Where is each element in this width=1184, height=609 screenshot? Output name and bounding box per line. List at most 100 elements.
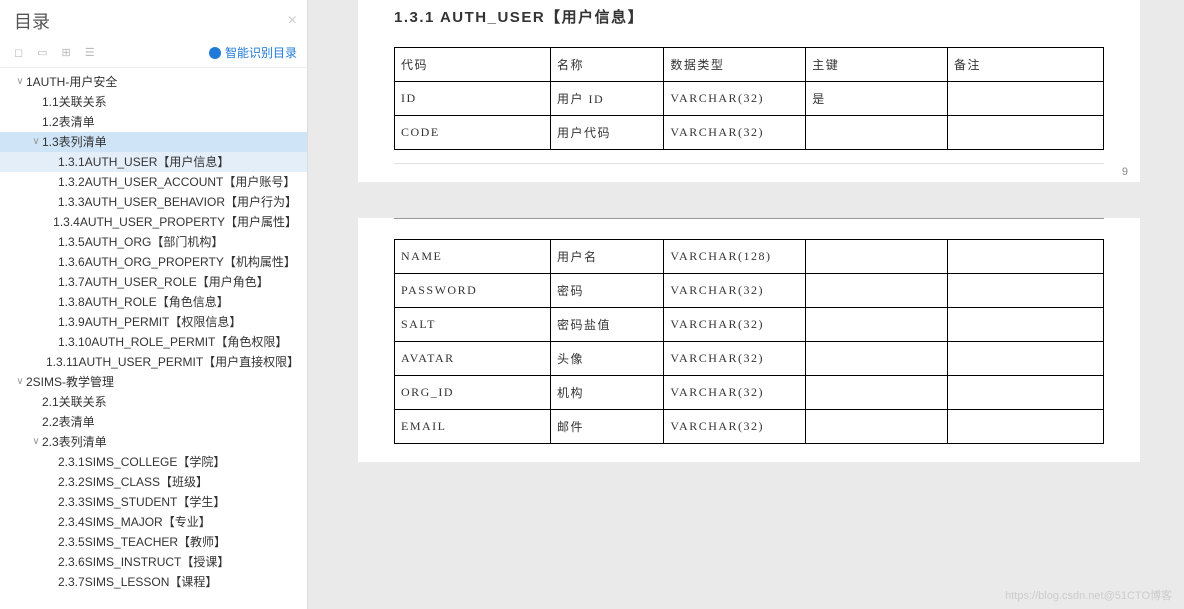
- tree-item-label: 2.2表清单: [42, 414, 105, 430]
- chevron-down-icon[interactable]: ∨: [14, 74, 26, 90]
- close-icon[interactable]: ×: [288, 12, 297, 30]
- tree-item[interactable]: 1.3.4AUTH_USER_PROPERTY【用户属性】: [0, 212, 307, 232]
- table-cell: 用户名: [550, 240, 663, 274]
- table-cell: VARCHAR(32): [664, 308, 806, 342]
- tree-item-label: 2SIMS-教学管理: [26, 374, 124, 390]
- table-cell: VARCHAR(128): [664, 240, 806, 274]
- table-row: ID用户 IDVARCHAR(32)是: [395, 82, 1104, 116]
- toolbar-icon-2[interactable]: ▭: [37, 46, 47, 59]
- table-cell: [806, 376, 948, 410]
- table-cell: ID: [395, 82, 551, 116]
- tree-item-label: 2.3.4SIMS_MAJOR【专业】: [58, 514, 221, 530]
- table-cell: [948, 342, 1104, 376]
- table-cell: [948, 116, 1104, 150]
- toolbar-icon-4[interactable]: ☰: [85, 46, 95, 59]
- tree-item-label: 1.1关联关系: [42, 94, 117, 110]
- tree-item[interactable]: 2.3.4SIMS_MAJOR【专业】: [0, 512, 307, 532]
- tree-item-label: 2.3表列清单: [42, 434, 117, 450]
- tree-item[interactable]: 2.2表清单: [0, 412, 307, 432]
- table-cell: 头像: [550, 342, 663, 376]
- tree-item[interactable]: 1.3.11AUTH_USER_PERMIT【用户直接权限】: [0, 352, 307, 372]
- tree-item-label: 1.3.1AUTH_USER【用户信息】: [58, 154, 239, 170]
- tree-item-label: 1.3.7AUTH_USER_ROLE【用户角色】: [58, 274, 279, 290]
- tree-item-label: 1.3.6AUTH_ORG_PROPERTY【机构属性】: [58, 254, 306, 270]
- tree-item[interactable]: ∨2SIMS-教学管理: [0, 372, 307, 392]
- table-cell: [806, 410, 948, 444]
- tree-item[interactable]: 1.3.6AUTH_ORG_PROPERTY【机构属性】: [0, 252, 307, 272]
- tree-item[interactable]: 1.1关联关系: [0, 92, 307, 112]
- tree-item[interactable]: 1.3.8AUTH_ROLE【角色信息】: [0, 292, 307, 312]
- table-cell: 密码: [550, 274, 663, 308]
- table-cell: VARCHAR(32): [664, 342, 806, 376]
- table-row: EMAIL邮件VARCHAR(32): [395, 410, 1104, 444]
- table-cell: [806, 342, 948, 376]
- sidebar-header: 目录 ×: [0, 0, 307, 42]
- tree-item-label: 1.3.2AUTH_USER_ACCOUNT【用户账号】: [58, 174, 305, 190]
- tree-item[interactable]: 1.3.3AUTH_USER_BEHAVIOR【用户行为】: [0, 192, 307, 212]
- page-number: 9: [1122, 166, 1128, 178]
- table-header-cell: 名称: [550, 48, 663, 82]
- tree-item[interactable]: 1.2表清单: [0, 112, 307, 132]
- table-page-10: NAME用户名VARCHAR(128)PASSWORD密码VARCHAR(32)…: [394, 239, 1104, 444]
- table-row: ORG_ID机构VARCHAR(32): [395, 376, 1104, 410]
- table-cell: [806, 308, 948, 342]
- table-page-9: 代码名称数据类型主键备注ID用户 IDVARCHAR(32)是CODE用户代码V…: [394, 47, 1104, 150]
- tree-item-label: 2.1关联关系: [42, 394, 117, 410]
- tree-item-label: 1.3.4AUTH_USER_PROPERTY【用户属性】: [53, 214, 307, 230]
- tree-item-label: 2.3.2SIMS_CLASS【班级】: [58, 474, 218, 490]
- table-cell: VARCHAR(32): [664, 410, 806, 444]
- tree-item[interactable]: 1.3.1AUTH_USER【用户信息】: [0, 152, 307, 172]
- tree-item[interactable]: 2.3.1SIMS_COLLEGE【学院】: [0, 452, 307, 472]
- tree-item[interactable]: 1.3.9AUTH_PERMIT【权限信息】: [0, 312, 307, 332]
- tree-item[interactable]: ∨2.3表列清单: [0, 432, 307, 452]
- tree-item[interactable]: 2.3.2SIMS_CLASS【班级】: [0, 472, 307, 492]
- tree-item[interactable]: 1.3.10AUTH_ROLE_PERMIT【角色权限】: [0, 332, 307, 352]
- table-cell: 机构: [550, 376, 663, 410]
- table-cell: [948, 240, 1104, 274]
- tree-item-label: 2.3.7SIMS_LESSON【课程】: [58, 574, 227, 590]
- table-header-cell: 主键: [806, 48, 948, 82]
- tree-item[interactable]: 2.3.7SIMS_LESSON【课程】: [0, 572, 307, 592]
- page-10: NAME用户名VARCHAR(128)PASSWORD密码VARCHAR(32)…: [358, 218, 1140, 462]
- outline-tree[interactable]: ∨1AUTH-用户安全1.1关联关系1.2表清单∨1.3表列清单1.3.1AUT…: [0, 68, 307, 609]
- tree-item[interactable]: 2.3.6SIMS_INSTRUCT【授课】: [0, 552, 307, 572]
- tree-item[interactable]: 2.1关联关系: [0, 392, 307, 412]
- table-cell: [948, 308, 1104, 342]
- table-header-cell: 数据类型: [664, 48, 806, 82]
- table-cell: [806, 116, 948, 150]
- toolbar-icon-1[interactable]: ◻: [14, 46, 23, 59]
- tree-item[interactable]: 1.3.5AUTH_ORG【部门机构】: [0, 232, 307, 252]
- tree-item[interactable]: ∨1AUTH-用户安全: [0, 72, 307, 92]
- tree-item-label: 1AUTH-用户安全: [26, 74, 127, 90]
- tree-item-label: 1.3.11AUTH_USER_PERMIT【用户直接权限】: [46, 354, 307, 370]
- smart-recognize-link[interactable]: 智能识别目录: [209, 44, 297, 61]
- chevron-down-icon[interactable]: ∨: [14, 374, 26, 390]
- tree-item-label: 2.3.3SIMS_STUDENT【学生】: [58, 494, 235, 510]
- tree-item[interactable]: 1.3.7AUTH_USER_ROLE【用户角色】: [0, 272, 307, 292]
- tree-item-label: 2.3.1SIMS_COLLEGE【学院】: [58, 454, 235, 470]
- tree-item[interactable]: 2.3.5SIMS_TEACHER【教师】: [0, 532, 307, 552]
- sidebar-title: 目录: [14, 8, 50, 34]
- section-heading: 1.3.1 AUTH_USER【用户信息】: [394, 6, 1104, 27]
- tree-item-label: 1.2表清单: [42, 114, 105, 130]
- document-viewport[interactable]: 1.3.1 AUTH_USER【用户信息】 代码名称数据类型主键备注ID用户 I…: [308, 0, 1184, 609]
- chevron-down-icon[interactable]: ∨: [30, 134, 42, 150]
- table-cell: CODE: [395, 116, 551, 150]
- table-cell: SALT: [395, 308, 551, 342]
- table-header-row: 代码名称数据类型主键备注: [395, 48, 1104, 82]
- table-cell: VARCHAR(32): [664, 82, 806, 116]
- chevron-down-icon[interactable]: ∨: [30, 434, 42, 450]
- sidebar: 目录 × ◻ ▭ ⊞ ☰ 智能识别目录 ∨1AUTH-用户安全1.1关联关系1.…: [0, 0, 308, 609]
- table-row: AVATAR头像VARCHAR(32): [395, 342, 1104, 376]
- table-cell: 密码盐值: [550, 308, 663, 342]
- tree-item-label: 1.3.3AUTH_USER_BEHAVIOR【用户行为】: [58, 194, 307, 210]
- toolbar-icon-3[interactable]: ⊞: [62, 46, 71, 59]
- tree-item[interactable]: 1.3.2AUTH_USER_ACCOUNT【用户账号】: [0, 172, 307, 192]
- tree-item-label: 1.3.9AUTH_PERMIT【权限信息】: [58, 314, 251, 330]
- table-cell: VARCHAR(32): [664, 376, 806, 410]
- tree-item-label: 2.3.5SIMS_TEACHER【教师】: [58, 534, 236, 550]
- table-cell: 用户 ID: [550, 82, 663, 116]
- tree-item[interactable]: ∨1.3表列清单: [0, 132, 307, 152]
- table-cell: AVATAR: [395, 342, 551, 376]
- tree-item[interactable]: 2.3.3SIMS_STUDENT【学生】: [0, 492, 307, 512]
